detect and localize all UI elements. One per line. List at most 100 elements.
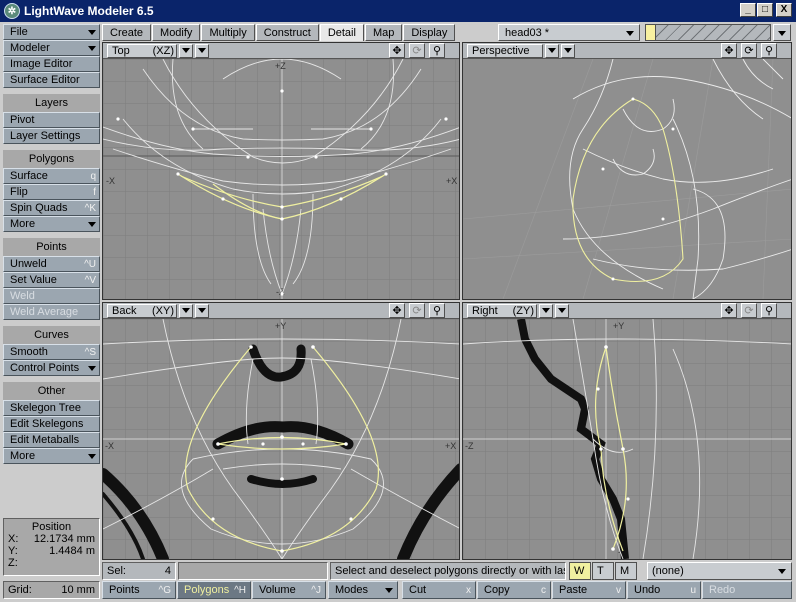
maximize-button[interactable]: □	[757, 3, 773, 17]
polygons-more-button[interactable]: More	[3, 216, 100, 232]
points-mode-button[interactable]: Points ^G	[102, 581, 176, 599]
axis-label: -Z	[465, 441, 474, 451]
t-toggle[interactable]: T	[592, 562, 614, 580]
axis-label: +X	[445, 441, 456, 451]
viewport-right[interactable]: Right (ZY) ✥ ⟳ ⚲ +Y -Y -Z	[462, 302, 792, 560]
layer-menu-button[interactable]	[773, 24, 791, 41]
copy-button[interactable]: Copy c	[477, 581, 551, 599]
rotate-view-icon[interactable]: ⟳	[409, 303, 425, 318]
surface-selector[interactable]: (none)	[647, 562, 792, 580]
close-button[interactable]: X	[776, 3, 792, 17]
weld-button[interactable]: Weld	[3, 288, 100, 304]
m-toggle[interactable]: M	[615, 562, 637, 580]
zoom-view-icon[interactable]: ⚲	[429, 43, 445, 58]
modes-dropdown[interactable]: Modes	[328, 581, 398, 599]
tab-modify[interactable]: Modify	[152, 24, 201, 41]
position-x-value: 12.1734 mm	[33, 533, 95, 545]
right-view-canvas[interactable]: +Y -Y -Z	[463, 318, 792, 559]
view-type-selector[interactable]: Right (ZY)	[467, 303, 537, 318]
tab-multiply[interactable]: Multiply	[201, 24, 255, 41]
chevron-down-icon	[88, 222, 96, 227]
title-bar: ✲ LightWave Modeler 6.5 _ □ X	[0, 0, 796, 22]
modeler-menu-button[interactable]: Modeler	[3, 40, 100, 56]
control-points-button[interactable]: Control Points	[3, 360, 100, 376]
axis-label: +X	[446, 176, 457, 186]
object-selector[interactable]: head03 *	[498, 24, 640, 41]
view-type-dropdown[interactable]	[539, 303, 553, 318]
surface-button[interactable]: Surface q	[3, 168, 100, 184]
render-mode-dropdown[interactable]	[195, 43, 209, 58]
move-view-icon[interactable]: ✥	[389, 43, 405, 58]
zoom-view-icon[interactable]: ⚲	[429, 303, 445, 318]
rotate-view-icon[interactable]: ⟳	[409, 43, 425, 58]
edit-metaballs-button[interactable]: Edit Metaballs	[3, 432, 100, 448]
tab-map[interactable]: Map	[364, 24, 403, 41]
viewport-back[interactable]: Back (XY) ✥ ⟳ ⚲ +Y -X +X	[102, 302, 460, 560]
surface-editor-button[interactable]: Surface Editor	[3, 72, 100, 88]
render-mode-dropdown[interactable]	[195, 303, 209, 318]
unweld-button[interactable]: Unweld ^U	[3, 256, 100, 272]
move-view-icon[interactable]: ✥	[389, 303, 405, 318]
image-editor-button[interactable]: Image Editor	[3, 56, 100, 72]
position-y-value: 1.4484 m	[49, 545, 95, 557]
weld-average-button[interactable]: Weld Average	[3, 304, 100, 320]
view-type-dropdown[interactable]	[179, 43, 193, 58]
paste-button[interactable]: Paste v	[552, 581, 626, 599]
view-type-selector[interactable]: Perspective	[467, 43, 543, 58]
rotate-view-icon[interactable]: ⟳	[741, 43, 757, 58]
edit-skelegons-button[interactable]: Edit Skelegons	[3, 416, 100, 432]
zoom-view-icon[interactable]: ⚲	[761, 43, 777, 58]
view-type-dropdown[interactable]	[545, 43, 559, 58]
layer-settings-button[interactable]: Layer Settings	[3, 128, 100, 144]
render-mode-dropdown[interactable]	[555, 303, 569, 318]
undo-button[interactable]: Undo u	[627, 581, 701, 599]
position-panel: Position X: 12.1734 mm Y: 1.4484 m Z:	[3, 518, 100, 576]
tab-construct[interactable]: Construct	[255, 24, 319, 41]
move-view-icon[interactable]: ✥	[721, 43, 737, 58]
spin-quads-button[interactable]: Spin Quads ^K	[3, 200, 100, 216]
tab-detail[interactable]: Detail	[319, 24, 364, 41]
cut-button[interactable]: Cut x	[402, 581, 476, 599]
sidebar: File Modeler Image Editor Surface Editor…	[3, 24, 100, 464]
chevron-down-icon	[548, 48, 556, 53]
minimize-button[interactable]: _	[740, 3, 756, 17]
back-view-canvas[interactable]: +Y -X +X	[103, 318, 460, 559]
status-bar: Sel: 4 Select and deselect polygons direc…	[102, 562, 792, 580]
toolbar-tabs: Create Modify Multiply Construct Detail …	[102, 24, 456, 41]
zoom-view-icon[interactable]: ⚲	[761, 303, 777, 318]
polygons-mode-button[interactable]: Polygons ^H	[177, 581, 251, 599]
curves-header: Curves	[3, 326, 100, 344]
set-value-button[interactable]: Set Value ^V	[3, 272, 100, 288]
file-menu-button[interactable]: File	[3, 24, 100, 40]
pivot-button[interactable]: Pivot	[3, 112, 100, 128]
window-title: LightWave Modeler 6.5	[24, 4, 154, 18]
chevron-down-icon	[564, 48, 572, 53]
chevron-down-icon	[558, 308, 566, 313]
move-view-icon[interactable]: ✥	[721, 303, 737, 318]
redo-button[interactable]: Redo	[702, 581, 792, 599]
volume-mode-button[interactable]: Volume ^J	[252, 581, 326, 599]
tab-create[interactable]: Create	[102, 24, 152, 41]
other-more-button[interactable]: More	[3, 448, 100, 464]
chevron-down-icon	[182, 48, 190, 53]
view-type-selector[interactable]: Top (XZ)	[107, 43, 177, 58]
render-mode-dropdown[interactable]	[561, 43, 575, 58]
rotate-view-icon[interactable]: ⟳	[741, 303, 757, 318]
layer-slots[interactable]	[656, 25, 770, 40]
chevron-down-icon	[778, 569, 786, 574]
viewport-perspective[interactable]: Perspective ✥ ⟳ ⚲	[462, 42, 792, 300]
perspective-view-canvas[interactable]	[463, 58, 792, 299]
smooth-button[interactable]: Smooth ^S	[3, 344, 100, 360]
skelegon-tree-button[interactable]: Skelegon Tree	[3, 400, 100, 416]
chevron-down-icon	[778, 31, 786, 36]
viewport-header: Right (ZY) ✥ ⟳ ⚲	[463, 303, 791, 319]
layer-active[interactable]	[646, 25, 656, 40]
top-view-canvas[interactable]: +Z -Z -X +X	[103, 58, 460, 299]
layer-bank[interactable]	[645, 24, 771, 41]
view-type-selector[interactable]: Back (XY)	[107, 303, 177, 318]
w-toggle[interactable]: W	[569, 562, 591, 580]
tab-display[interactable]: Display	[403, 24, 456, 41]
flip-button[interactable]: Flip f	[3, 184, 100, 200]
view-type-dropdown[interactable]	[179, 303, 193, 318]
viewport-top[interactable]: Top (XZ) ✥ ⟳ ⚲ +Z -Z -X +X	[102, 42, 460, 300]
